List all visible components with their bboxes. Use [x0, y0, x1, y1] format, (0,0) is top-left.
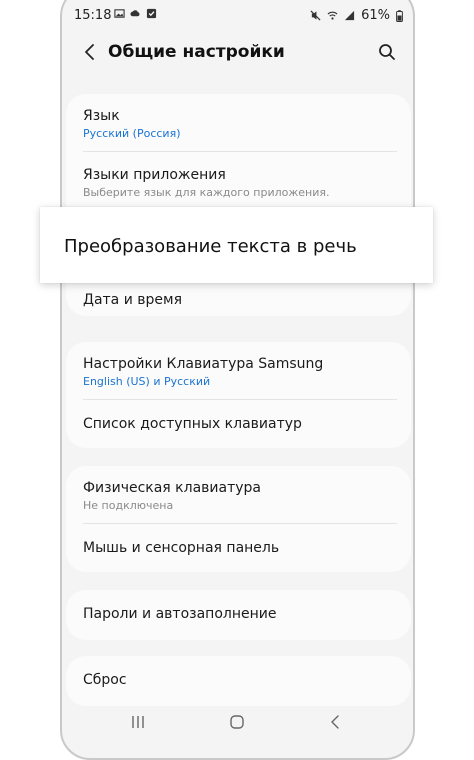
physical-keyboard-status: Не подключена	[83, 499, 174, 512]
nav-back-icon[interactable]	[324, 710, 348, 734]
search-icon[interactable]	[377, 42, 397, 62]
physical-keyboard-label: Физическая клавиатура	[83, 480, 262, 496]
divider	[83, 523, 397, 524]
status-time: 15:18	[74, 8, 112, 23]
tts-item-highlighted[interactable]: Преобразование текста в речь	[40, 207, 433, 283]
status-bar: 15:18 61%	[62, 2, 413, 28]
samsung-keyboard-label: Настройки Клавиатура Samsung	[83, 356, 324, 372]
cloud-icon	[130, 10, 140, 17]
settings-group-reset: Сброс	[66, 656, 411, 706]
reset-item[interactable]: Сброс	[83, 672, 397, 688]
date-time-item[interactable]: Дата и время	[83, 292, 397, 308]
mouse-touchpad-item[interactable]: Мышь и сенсорная панель	[83, 540, 397, 556]
language-item[interactable]: Язык Русский (Россия)	[83, 108, 397, 140]
passwords-label: Пароли и автозаполнение	[83, 606, 277, 622]
date-time-label: Дата и время	[83, 292, 182, 308]
signal-icon	[345, 10, 355, 21]
physical-keyboard-item[interactable]: Физическая клавиатура Не подключена	[83, 480, 397, 512]
app-languages-label: Языки приложения	[83, 167, 226, 183]
wifi-icon	[327, 11, 338, 20]
settings-group-keyboard: Настройки Клавиатура Samsung English (US…	[66, 342, 411, 448]
passwords-item[interactable]: Пароли и автозаполнение	[83, 606, 397, 622]
image-icon	[114, 9, 125, 18]
app-languages-item[interactable]: Языки приложения Выберите язык для каждо…	[83, 167, 397, 199]
tts-label: Преобразование текста в речь	[64, 236, 357, 257]
app-header: Общие настройки	[62, 36, 413, 68]
language-label: Язык	[83, 108, 120, 124]
settings-group-input-devices: Физическая клавиатура Не подключена Мышь…	[66, 466, 411, 572]
home-icon[interactable]	[225, 710, 249, 734]
app-languages-desc: Выберите язык для каждого приложения.	[83, 186, 330, 199]
mouse-touchpad-label: Мышь и сенсорная панель	[83, 540, 280, 556]
page-title: Общие настройки	[108, 42, 285, 62]
settings-group-passwords: Пароли и автозаполнение	[66, 590, 411, 640]
samsung-keyboard-value: English (US) и Русский	[83, 375, 211, 388]
language-value: Русский (Россия)	[83, 127, 181, 140]
battery-percent: 61%	[361, 8, 390, 23]
check-box-icon	[146, 8, 157, 19]
battery-icon	[396, 9, 403, 22]
phone-frame: 15:18 61% Общие настройки Язык Русский (…	[60, 0, 415, 760]
keyboard-list-item[interactable]: Список доступных клавиатур	[83, 416, 397, 432]
samsung-keyboard-item[interactable]: Настройки Клавиатура Samsung English (US…	[83, 356, 397, 388]
divider	[83, 151, 397, 152]
mute-icon	[310, 10, 321, 21]
recent-apps-icon[interactable]	[126, 710, 150, 734]
divider	[83, 399, 397, 400]
keyboard-list-label: Список доступных клавиатур	[83, 416, 302, 432]
back-arrow-icon[interactable]	[80, 42, 100, 62]
reset-label: Сброс	[83, 672, 127, 688]
navigation-bar	[62, 704, 413, 744]
